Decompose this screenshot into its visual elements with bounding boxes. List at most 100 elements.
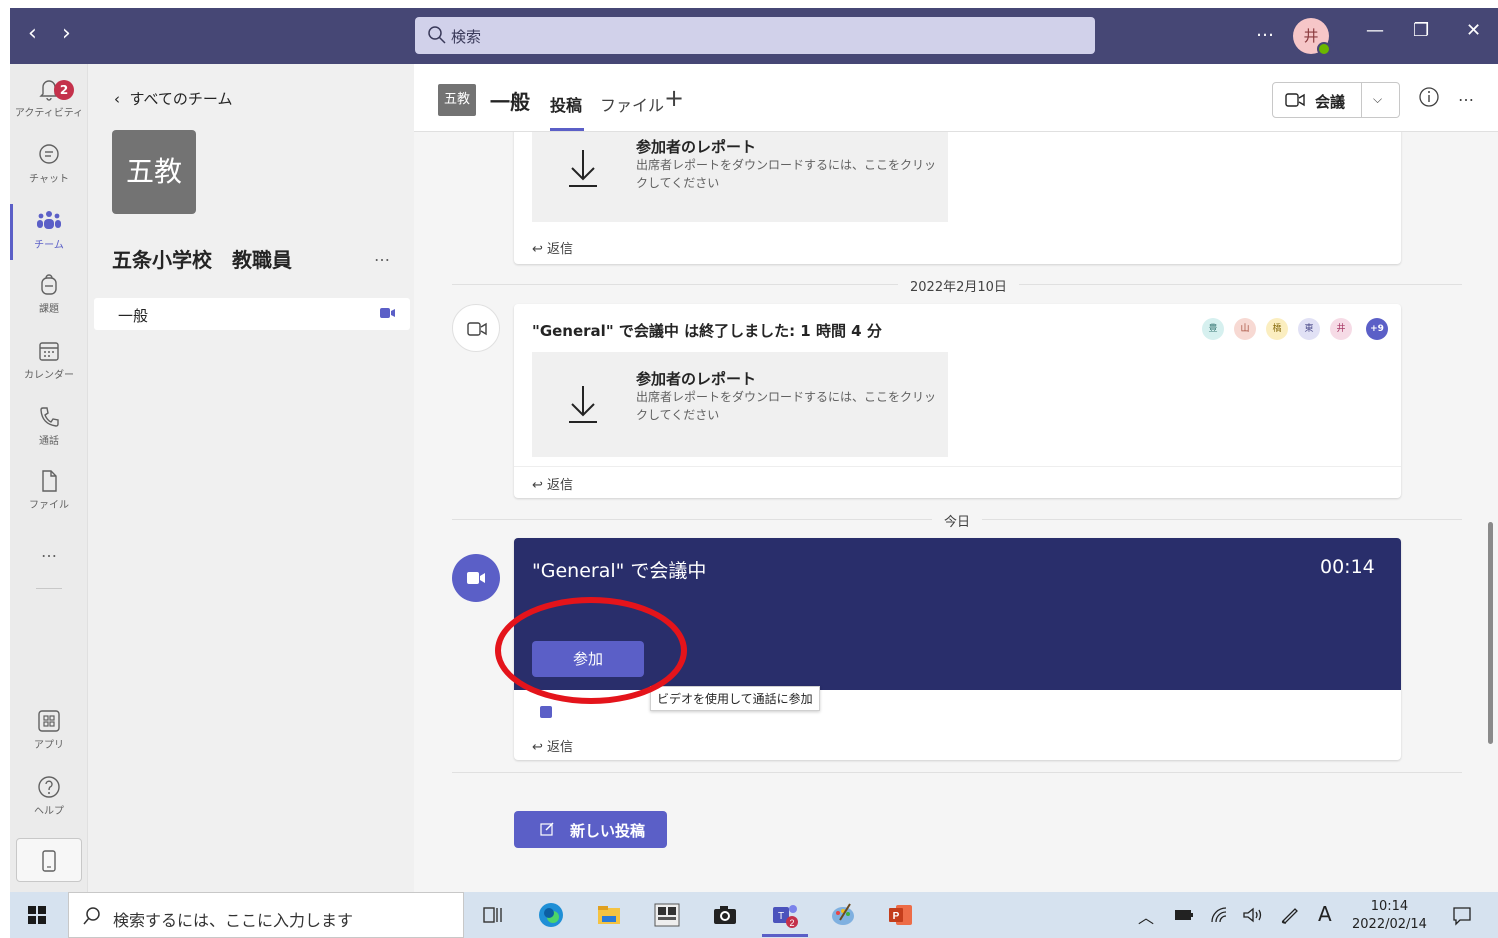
paint-app-icon[interactable] (828, 900, 858, 930)
reply-button[interactable]: ↩ 返信 (532, 736, 573, 755)
posts-feed: 参加者のレポート 出席者レポートをダウンロードするには、ここをクリックしてくださ… (414, 132, 1498, 892)
backpack-icon (41, 274, 57, 295)
rail-more-apps[interactable]: … (10, 542, 88, 561)
participant-avatar[interactable]: 橋 (1266, 318, 1288, 340)
rail-calls[interactable]: 通話 (10, 404, 88, 447)
restore-button[interactable]: ❐ (1413, 20, 1429, 41)
pen-icon[interactable] (1280, 906, 1300, 924)
live-meeting-avatar (452, 554, 500, 602)
attendance-report-1[interactable]: 参加者のレポート 出席者レポートをダウンロードするには、ここをクリックしてくださ… (532, 132, 948, 222)
taskbar-search-input[interactable]: 検索するには、ここに入力します (68, 892, 464, 938)
add-tab-button[interactable]: + (664, 84, 684, 112)
teams-app-icon[interactable]: T2 (770, 900, 800, 930)
reply-icon: ↩ (532, 478, 548, 493)
channel-name: 一般 (118, 307, 149, 325)
rail-teams[interactable]: チーム (10, 204, 88, 260)
back-button[interactable]: ‹ (28, 22, 37, 46)
forward-button[interactable]: › (62, 22, 71, 46)
svg-text:T: T (778, 911, 784, 922)
windows-taskbar: 検索するには、ここに入力します T2 P ︿ A 10:14 2022/02/1… (10, 892, 1498, 938)
edge-browser-icon[interactable] (536, 900, 566, 930)
task-view-icon[interactable] (478, 900, 508, 930)
all-teams-link[interactable]: ‹ すべてのチーム (114, 88, 232, 109)
meet-divider (1361, 83, 1362, 117)
volume-icon[interactable] (1242, 906, 1264, 924)
participant-avatar[interactable]: 井 (1330, 318, 1352, 340)
taskbar-search-placeholder: 検索するには、ここに入力します (113, 911, 354, 930)
ime-indicator[interactable]: A (1318, 902, 1332, 926)
powerpoint-icon[interactable]: P (886, 900, 916, 930)
close-button[interactable]: ✕ (1466, 20, 1481, 41)
attendance-report-2[interactable]: 参加者のレポート 出席者レポートをダウンロードするには、ここをクリックしてくださ… (532, 352, 948, 457)
camera-icon[interactable] (710, 900, 740, 930)
participant-avatar[interactable]: 山 (1234, 318, 1256, 340)
svg-text:P: P (893, 911, 900, 922)
more-participants-badge[interactable]: +9 (1366, 318, 1388, 340)
team-tag: 五教 (438, 84, 476, 116)
meeting-started-icon (540, 706, 552, 718)
report-description: 出席者レポートをダウンロードするには、ここをクリックしてください (636, 390, 937, 422)
meet-button[interactable]: 会議 ⌵ (1272, 82, 1400, 118)
reply-label: 返信 (547, 478, 574, 493)
rail-apps[interactable]: アプリ (10, 708, 88, 751)
meeting-avatar (452, 304, 500, 352)
chevron-left-icon: ‹ (114, 90, 130, 108)
compose-icon (540, 822, 554, 836)
participant-avatar[interactable]: 豊 (1202, 318, 1224, 340)
active-tab-indicator (550, 128, 584, 131)
rail-label: アプリ (34, 740, 64, 751)
report-description: 出席者レポートをダウンロードするには、ここをクリックしてください (636, 158, 937, 190)
rail-help[interactable]: ヘルプ (10, 774, 88, 817)
windows-start-icon[interactable] (28, 906, 46, 924)
participant-avatar[interactable]: 東 (1298, 318, 1320, 340)
reply-icon: ↩ (532, 242, 548, 257)
mobile-app-button[interactable] (16, 838, 82, 882)
tray-overflow-icon[interactable]: ︿ (1138, 904, 1154, 928)
rail-files[interactable]: ファイル (10, 468, 88, 511)
wifi-icon[interactable] (1210, 906, 1230, 924)
meet-label: 会議 (1315, 93, 1346, 111)
more-options-button[interactable]: … (1256, 20, 1274, 41)
channel-header: 五教 一般 投稿 ファイル + 会議 ⌵ … (414, 64, 1498, 132)
meeting-ended-text: "General" で会議中 は終了しました: 1 時間 4 分 (532, 322, 882, 340)
avatar[interactable]: 井 (1293, 18, 1331, 56)
team-more-button[interactable]: … (374, 246, 390, 265)
tab-files[interactable]: ファイル (600, 92, 664, 116)
reply-label: 返信 (547, 740, 574, 755)
rail-activity[interactable]: アクティビティ 2 (10, 76, 88, 119)
battery-icon[interactable] (1174, 909, 1194, 921)
team-pane: ‹ すべてのチーム 五教 五条小学校 教職員 … 一般 (88, 64, 414, 892)
clock[interactable]: 10:14 2022/02/14 (1352, 898, 1427, 934)
status-available-icon (1317, 42, 1331, 56)
info-icon[interactable] (1418, 86, 1440, 108)
search-placeholder: 検索 (451, 28, 482, 46)
channel-more-button[interactable]: … (1458, 86, 1474, 105)
highlight-circle (495, 597, 687, 704)
meeting-card-1: 参加者のレポート 出席者レポートをダウンロードするには、ここをクリックしてくださ… (514, 132, 1401, 264)
feed-scrollbar[interactable] (1488, 522, 1493, 744)
qr-app-icon[interactable] (652, 900, 682, 930)
meeting-card-2: "General" で会議中 は終了しました: 1 時間 4 分 豊 山 橋 東… (514, 304, 1401, 498)
search-input[interactable]: 検索 (415, 17, 1095, 54)
download-icon (569, 386, 597, 423)
rail-assignments[interactable]: 課題 (10, 272, 88, 315)
svg-text:2: 2 (789, 918, 794, 928)
rail-calendar[interactable]: カレンダー (10, 338, 88, 381)
rail-label: チーム (34, 240, 64, 251)
teams-icon (37, 211, 61, 229)
minimize-button[interactable]: — (1366, 20, 1384, 41)
reply-button[interactable]: ↩ 返信 (532, 474, 573, 493)
notification-center-icon[interactable] (1452, 906, 1472, 926)
chat-icon (39, 144, 59, 164)
rail-chat[interactable]: チャット (10, 142, 88, 185)
reply-button[interactable]: ↩ 返信 (532, 238, 573, 257)
apps-icon (38, 710, 60, 732)
chevron-down-icon[interactable]: ⌵ (1373, 92, 1382, 107)
new-post-button[interactable]: 新しい投稿 (514, 811, 667, 848)
search-icon (83, 907, 100, 925)
all-teams-label: すべてのチーム (129, 90, 233, 108)
file-explorer-icon[interactable] (594, 900, 624, 930)
live-meeting-title: "General" で会議中 (532, 560, 707, 582)
tab-posts[interactable]: 投稿 (550, 92, 582, 116)
channel-item-general[interactable]: 一般 (94, 298, 410, 330)
